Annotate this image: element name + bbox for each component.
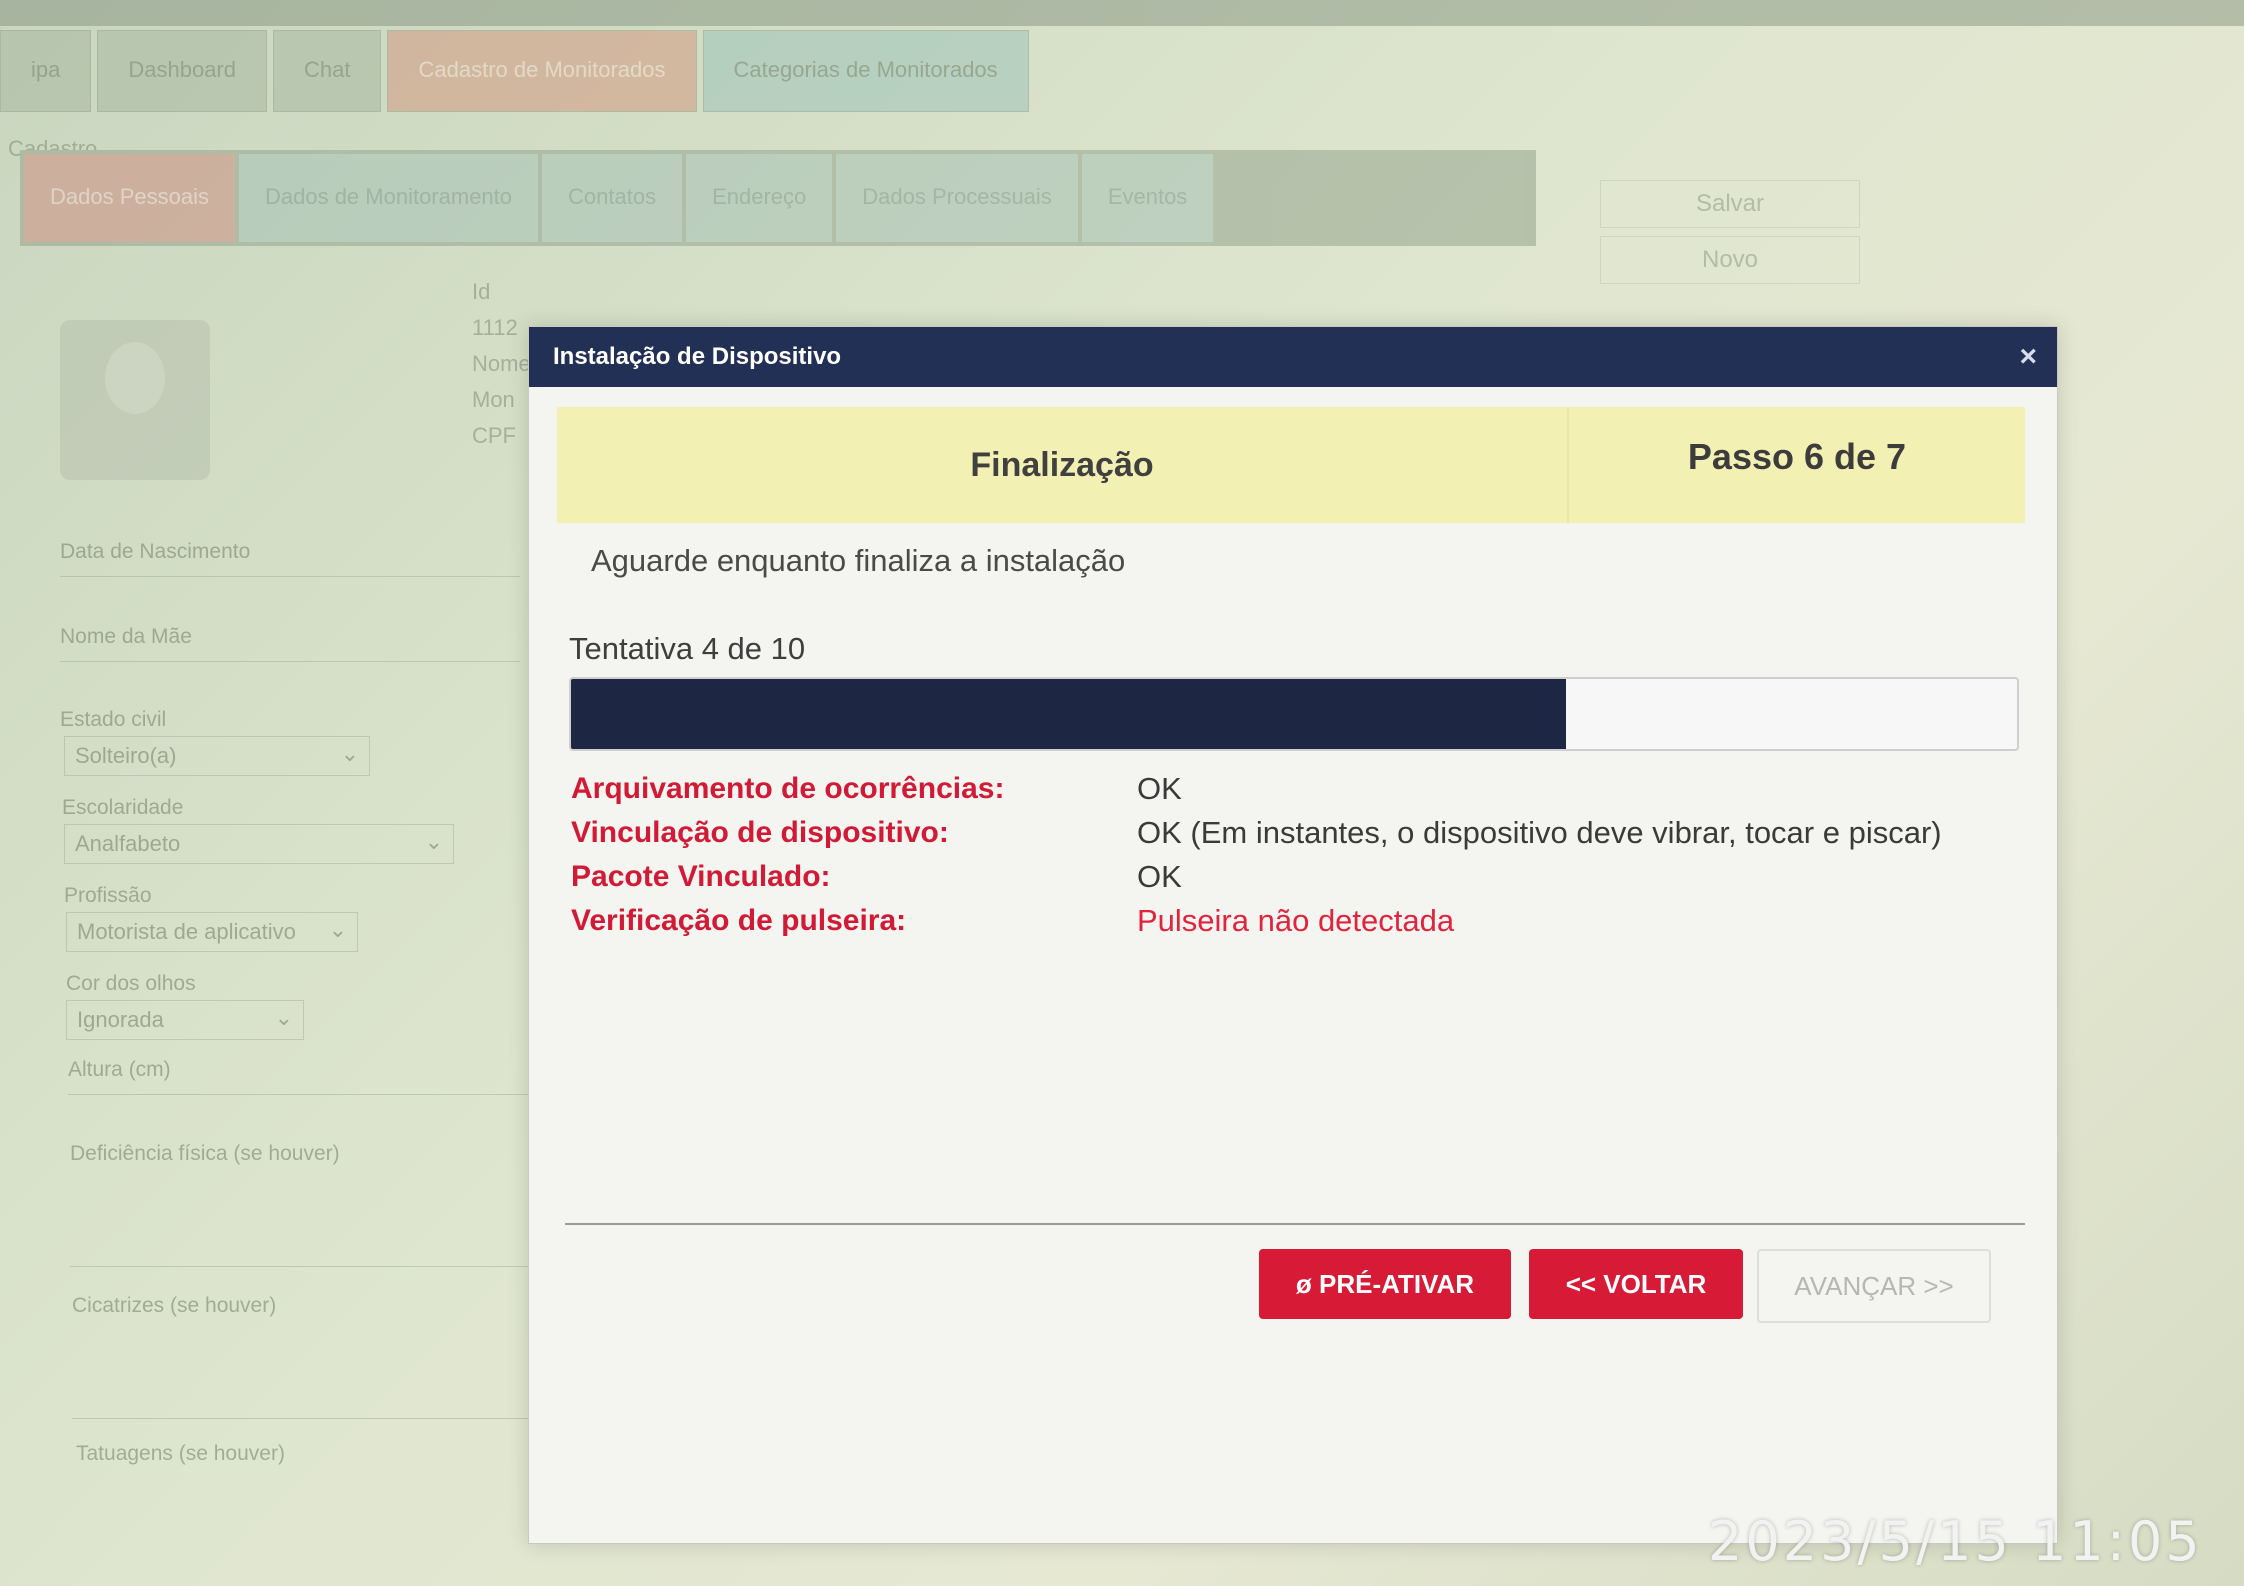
disability-label: Deficiência física (se houver) [70, 1142, 340, 1165]
side-actions: Salvar Novo [1600, 180, 1860, 292]
modal-title: Instalação de Dispositivo [553, 343, 842, 370]
tattoos-label: Tatuagens (se houver) [76, 1442, 285, 1465]
wait-message: Aguarde enquanto finaliza a instalação [591, 543, 1126, 578]
subtab-dados-pessoais[interactable]: Dados Pessoais [24, 154, 235, 242]
tattoos-field[interactable]: Tatuagens (se houver) [76, 1442, 285, 1466]
status-label: Pacote Vinculado: [571, 860, 831, 893]
next-button[interactable]: AVANÇAR >> [1757, 1249, 1991, 1323]
close-icon[interactable]: × [2019, 327, 2037, 387]
subtab-dados-monitoramento[interactable]: Dados de Monitoramento [238, 154, 539, 242]
scars-label: Cicatrizes (se houver) [72, 1294, 277, 1317]
modal-header: Instalação de Dispositivo × [529, 327, 2057, 387]
chevron-down-icon: ⌄ [424, 829, 443, 854]
sub-tabs: Dados Pessoais Dados de Monitoramento Co… [20, 150, 1536, 246]
disability-field[interactable]: Deficiência física (se houver) [70, 1142, 530, 1267]
attempt-counter: Tentativa 4 de 10 [569, 631, 806, 666]
eye-color-select[interactable]: Ignorada ⌄ [66, 1000, 304, 1040]
tab-cadastro-monitorados[interactable]: Cadastro de Monitorados [387, 30, 697, 112]
height-label: Altura (cm) [68, 1058, 171, 1081]
name-value: Mon [472, 387, 515, 412]
status-row: Vinculação de dispositivo: OK (Em instant… [571, 811, 2031, 855]
save-button[interactable]: Salvar [1600, 180, 1860, 228]
device-installation-modal: Instalação de Dispositivo × Finalização … [528, 326, 2058, 1544]
education-label: Escolaridade [62, 796, 184, 819]
tab-categorias-monitorados[interactable]: Categorias de Monitorados [702, 30, 1029, 112]
tab-chat[interactable]: Chat [273, 30, 382, 112]
status-label: Vinculação de dispositivo: [571, 816, 949, 849]
id-label: Id [472, 279, 491, 304]
status-row: Verificação de pulseira: Pulseira não det… [571, 899, 2031, 943]
chevron-down-icon: ⌄ [274, 1005, 293, 1030]
step-banner: Finalização Passo 6 de 7 [557, 407, 2025, 523]
step-title: Finalização [970, 446, 1154, 484]
top-bar [0, 0, 2244, 26]
civil-status-value: Solteiro(a) [75, 743, 177, 768]
id-value: 1112 [472, 315, 518, 340]
chevron-down-icon: ⌄ [340, 741, 359, 766]
step-counter: Passo 6 de 7 [1567, 407, 2025, 523]
status-value: OK [1137, 771, 1182, 806]
status-value: OK [1137, 859, 1182, 894]
status-label: Arquivamento de ocorrências: [571, 772, 1005, 805]
status-value: OK (Em instantes, o dispositivo deve vib… [1137, 815, 1942, 850]
footer-divider [565, 1223, 2025, 1225]
back-button[interactable]: << VOLTAR [1529, 1249, 1743, 1319]
scars-field[interactable]: Cicatrizes (se houver) [72, 1294, 532, 1419]
avatar [60, 320, 210, 480]
mother-name-label: Nome da Mãe [60, 625, 192, 648]
pre-activate-button[interactable]: ø PRÉ-ATIVAR [1259, 1249, 1511, 1319]
new-button[interactable]: Novo [1600, 236, 1860, 284]
profession-label: Profissão [64, 884, 152, 907]
profession-select[interactable]: Motorista de aplicativo ⌄ [66, 912, 358, 952]
status-row: Arquivamento de ocorrências: OK [571, 767, 2031, 811]
mother-name-field[interactable]: Nome da Mãe [60, 625, 520, 662]
status-row: Pacote Vinculado: OK [571, 855, 2031, 899]
eye-color-label: Cor dos olhos [66, 972, 196, 995]
eye-color-value: Ignorada [77, 1007, 164, 1032]
profession-value: Motorista de aplicativo [77, 919, 296, 944]
status-value: Pulseira não detectada [1137, 903, 1455, 938]
education-value: Analfabeto [75, 831, 181, 856]
progress-bar [569, 677, 2019, 751]
subtab-eventos[interactable]: Eventos [1081, 154, 1214, 242]
camera-timestamp: 2023/5/15 11:05 [1708, 1510, 2203, 1573]
name-label: Nome [472, 351, 531, 376]
progress-fill [571, 679, 1566, 749]
id-block: Id 1112 Nome Mon CPF [472, 274, 531, 454]
subtab-contatos[interactable]: Contatos [542, 154, 683, 242]
birth-date-label: Data de Nascimento [60, 540, 251, 563]
subtab-dados-processuais[interactable]: Dados Processuais [836, 154, 1078, 242]
status-label: Verificação de pulseira: [571, 904, 907, 937]
height-field[interactable]: Altura (cm) [68, 1058, 528, 1095]
education-select[interactable]: Analfabeto ⌄ [64, 824, 454, 864]
tab-ipa[interactable]: ipa [0, 30, 92, 112]
civil-status-select[interactable]: Solteiro(a) ⌄ [64, 736, 370, 776]
subtab-endereco[interactable]: Endereço [686, 154, 833, 242]
civil-status-label: Estado civil [60, 708, 167, 731]
chevron-down-icon: ⌄ [328, 917, 347, 942]
status-list: Arquivamento de ocorrências: OK Vinculação… [571, 767, 2031, 943]
tab-dashboard[interactable]: Dashboard [97, 30, 267, 112]
birth-date-field[interactable]: Data de Nascimento [60, 540, 520, 577]
cpf-label: CPF [472, 423, 516, 448]
main-tabs: ipa Dashboard Chat Cadastro de Monitorad… [0, 30, 1029, 112]
